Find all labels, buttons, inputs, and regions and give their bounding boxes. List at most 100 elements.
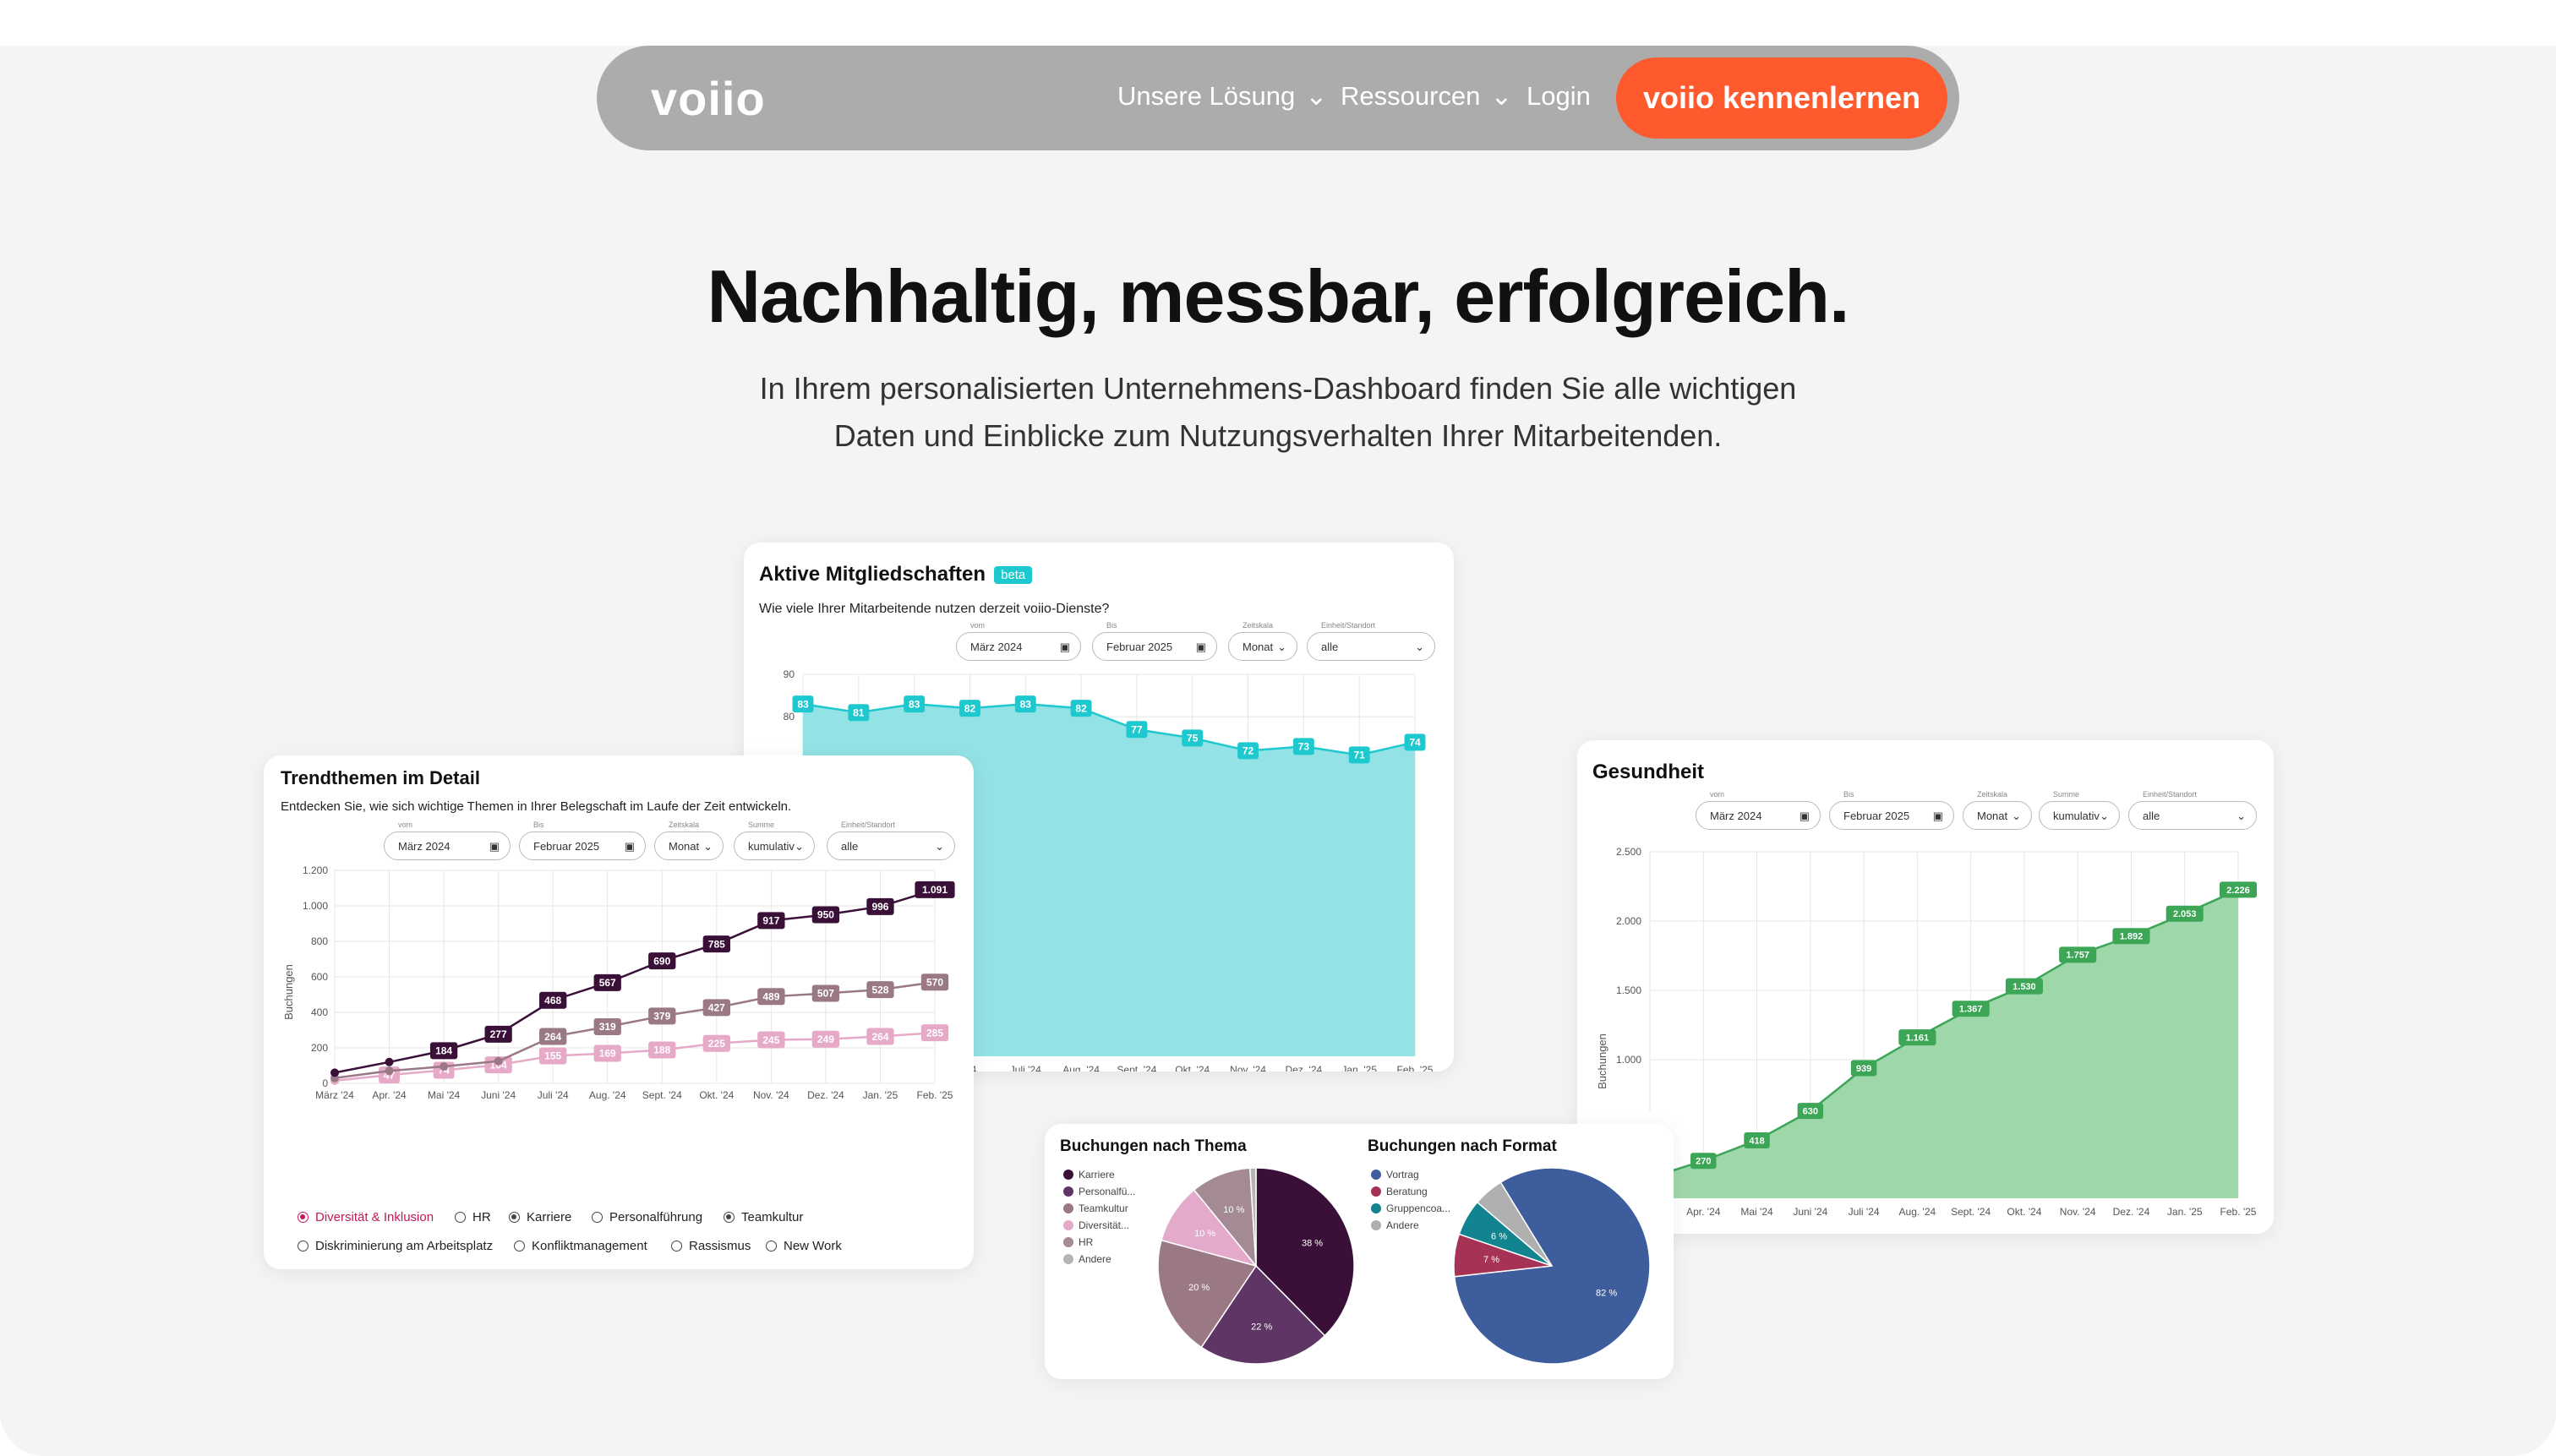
timescale-select[interactable]: Zeitskala Monat ⌄ xyxy=(1228,621,1297,661)
unit-location-select[interactable]: Einheit/Standort alle ⌄ xyxy=(2128,790,2257,830)
x-tick-label: Feb. '25 xyxy=(1397,1064,1434,1072)
data-point xyxy=(494,1056,503,1066)
legend-label: Diversität & Inklusion xyxy=(315,1210,434,1224)
slice-label: 10 % xyxy=(1223,1205,1244,1215)
legend-karriere[interactable]: Karriere xyxy=(509,1210,571,1224)
calendar-icon: ▣ xyxy=(1799,810,1810,822)
legend-swatch xyxy=(1063,1186,1073,1197)
sum-select[interactable]: Summe kumulativ ⌄ xyxy=(734,821,815,860)
y-tick-label: 80 xyxy=(784,711,795,723)
legend-rassismus[interactable]: Rassismus xyxy=(671,1239,751,1253)
timescale-select[interactable]: Zeitskala Monat ⌄ xyxy=(1963,790,2032,830)
field-value: März 2024 xyxy=(1710,809,1762,822)
x-tick-label: Feb. '25 xyxy=(2220,1206,2257,1218)
y-tick-label: 600 xyxy=(311,971,328,983)
legend-hr[interactable]: HR xyxy=(455,1210,491,1224)
chevron-down-icon: ⌄ xyxy=(2236,810,2246,822)
from-date-field[interactable]: vom März 2024 ▣ xyxy=(1696,790,1821,830)
chevron-down-icon: ⌄ xyxy=(1415,641,1424,653)
x-tick-label: Aug. '24 xyxy=(1899,1206,1936,1218)
y-axis-label: Buchungen xyxy=(1596,1033,1608,1089)
data-label: 1.091 xyxy=(922,884,948,896)
nav-unsere-loesung[interactable]: Unsere Lösung ⌄ xyxy=(1117,81,1327,112)
chevron-down-icon: ⌄ xyxy=(935,840,944,853)
field-label: Einheit/Standort xyxy=(2143,790,2198,799)
field-label: Summe xyxy=(748,821,775,829)
legend-teamkultur[interactable]: Teamkultur xyxy=(724,1210,803,1224)
page-headline: Nachhaltig, messbar, erfolgreich. xyxy=(707,254,1849,338)
slice-label: 20 % xyxy=(1188,1283,1210,1293)
data-label: 77 xyxy=(1131,723,1143,735)
x-tick-label: Feb. '25 xyxy=(917,1089,953,1101)
field-label: Einheit/Standort xyxy=(1321,621,1376,630)
field-value: alle xyxy=(1321,640,1339,653)
legend-konfliktmanagement[interactable]: Konfliktmanagement xyxy=(514,1239,647,1253)
to-date-field[interactable]: Bis Februar 2025 ▣ xyxy=(1829,790,1954,830)
nav-ressourcen[interactable]: Ressourcen ⌄ xyxy=(1341,81,1512,112)
voiio-logo[interactable]: voiio xyxy=(651,71,766,126)
legend-new-work[interactable]: New Work xyxy=(766,1239,842,1253)
legend-swatch xyxy=(1371,1220,1381,1230)
nav-item-label: Unsere Lösung xyxy=(1117,81,1296,111)
field-value: Monat xyxy=(669,839,700,853)
data-label: 950 xyxy=(817,909,834,921)
data-label: 71 xyxy=(1354,750,1366,761)
data-label: 83 xyxy=(797,698,809,710)
pie-thema-chart: 38 % 22 % 20 % 10 % 10 % xyxy=(1157,1167,1355,1365)
y-tick-label: 1.500 xyxy=(1616,984,1641,996)
series-line xyxy=(334,981,936,1079)
legend-label: HR xyxy=(472,1210,491,1224)
calendar-icon: ▣ xyxy=(624,840,635,853)
y-tick-label: 1.200 xyxy=(303,864,328,876)
calendar-icon: ▣ xyxy=(489,840,500,853)
x-tick-label: Juli '24 xyxy=(1010,1064,1041,1072)
page-subline: In Ihrem personalisierten Unternehmens-D… xyxy=(759,371,1797,453)
legend-diversitaet[interactable]: Diversität & Inklusion xyxy=(298,1210,434,1224)
legend-swatch xyxy=(1063,1170,1073,1180)
from-date-field[interactable]: vom März 2024 ▣ xyxy=(956,621,1081,661)
field-value: kumulativ xyxy=(2053,809,2100,822)
x-tick-label: Okt. '24 xyxy=(699,1089,734,1101)
data-label: 188 xyxy=(653,1044,670,1056)
from-date-field[interactable]: vom März 2024 ▣ xyxy=(384,821,511,860)
to-date-field[interactable]: Bis Februar 2025 ▣ xyxy=(1092,621,1217,661)
trend-topics-card: Trendthemen im Detail Entdecken Sie, wie… xyxy=(264,755,974,1269)
x-tick-label: Jan. '25 xyxy=(863,1089,898,1101)
legend-label: Rassismus xyxy=(689,1239,751,1253)
to-date-field[interactable]: Bis Februar 2025 ▣ xyxy=(519,821,646,860)
data-label: 996 xyxy=(871,901,888,913)
health-chart: 1.000 1.500 2.000 2.500 Buchungen 270 418 630 93… xyxy=(1577,846,2258,1234)
legend-swatch xyxy=(1063,1203,1073,1213)
field-label: Bis xyxy=(1843,790,1854,799)
field-label: Bis xyxy=(533,821,544,829)
calendar-icon: ▣ xyxy=(1932,810,1943,822)
sum-select[interactable]: Summe kumulativ ⌄ xyxy=(2039,790,2120,830)
bookings-pies-card: Buchungen nach Thema Buchungen nach Form… xyxy=(1045,1124,1674,1379)
slice-label: 6 % xyxy=(1491,1231,1507,1241)
pie-legend-item: HR xyxy=(1063,1234,1135,1251)
radio-icon xyxy=(766,1241,777,1252)
legend-swatch xyxy=(1063,1254,1073,1264)
legend-personalfuehrung[interactable]: Personalführung xyxy=(592,1210,702,1224)
data-label: 939 xyxy=(1856,1064,1871,1074)
data-label: 155 xyxy=(544,1050,561,1062)
data-label: 73 xyxy=(1298,741,1310,753)
legend-diskriminierung[interactable]: Diskriminierung am Arbeitsplatz xyxy=(298,1239,493,1253)
x-tick-label: Apr. '24 xyxy=(1686,1206,1721,1218)
legend-label: Teamkultur xyxy=(741,1210,804,1224)
voiio-kennenlernen-button[interactable]: voiio kennenlernen xyxy=(1616,57,1947,139)
unit-location-select[interactable]: Einheit/Standort alle ⌄ xyxy=(827,821,955,860)
radio-icon xyxy=(298,1241,309,1252)
field-label: Summe xyxy=(2053,790,2080,799)
unit-location-select[interactable]: Einheit/Standort alle ⌄ xyxy=(1307,621,1435,661)
data-label: 468 xyxy=(544,995,561,1006)
legend-label: New Work xyxy=(784,1239,842,1253)
y-tick-label: 0 xyxy=(322,1077,328,1089)
pie-format-title: Buchungen nach Format xyxy=(1368,1137,1557,1155)
login-link[interactable]: Login xyxy=(1526,81,1591,112)
timescale-select[interactable]: Zeitskala Monat ⌄ xyxy=(654,821,724,860)
health-card: Gesundheit vom März 2024 ▣ Bis Februar 2025… xyxy=(1577,740,2274,1234)
field-value: kumulativ xyxy=(748,839,795,853)
chevron-down-icon: ⌄ xyxy=(2100,810,2109,822)
pie-format-legend: Vortrag Beratung Gruppencoa... Andere xyxy=(1371,1166,1450,1234)
